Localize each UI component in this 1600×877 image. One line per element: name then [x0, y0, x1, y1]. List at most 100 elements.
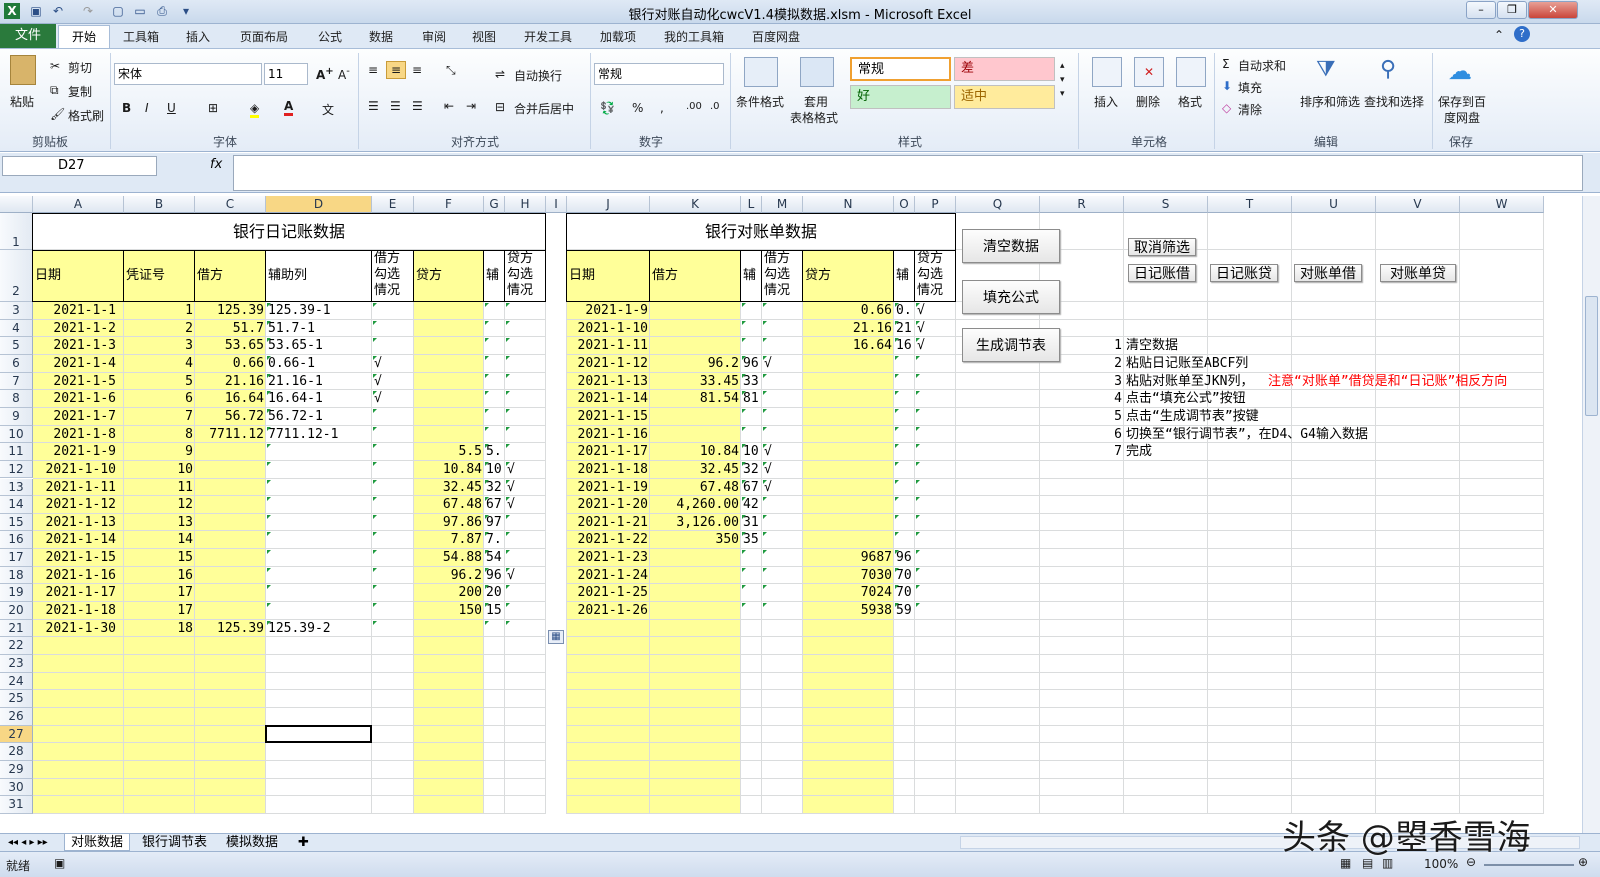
row-header-10[interactable]: 10: [0, 425, 33, 444]
statement-debit-check[interactable]: [764, 550, 801, 566]
journal-debit[interactable]: [197, 550, 264, 566]
save-to-netdisk-label2[interactable]: 度网盘: [1444, 109, 1480, 126]
statement-credit-check[interactable]: [917, 462, 954, 478]
statement-credit-check[interactable]: [917, 427, 954, 443]
sheet-tab-mock-data[interactable]: 模拟数据: [220, 834, 284, 851]
column-header-O[interactable]: O: [894, 196, 915, 213]
statement-credit[interactable]: [805, 515, 892, 531]
journal-debit[interactable]: [197, 480, 264, 496]
tab-insert[interactable]: 插入: [186, 28, 210, 45]
decrease-indent-icon[interactable]: ⇤: [444, 99, 454, 113]
statement-debit-check[interactable]: √: [764, 444, 801, 460]
journal-credit-check[interactable]: √: [507, 480, 544, 496]
statement-debit-check[interactable]: √: [764, 480, 801, 496]
journal-voucher[interactable]: 11: [126, 480, 193, 496]
journal-voucher[interactable]: 18: [126, 621, 193, 637]
journal-debit-check[interactable]: √: [374, 374, 412, 390]
journal-debit-check[interactable]: [374, 444, 412, 460]
autosum-icon[interactable]: Σ: [1222, 57, 1230, 71]
row-header-11[interactable]: 11: [0, 443, 33, 461]
statement-debit[interactable]: [652, 550, 739, 566]
statement-debit[interactable]: [652, 409, 739, 425]
statement-date[interactable]: 2021-1-11: [569, 338, 648, 354]
statement-debit-check[interactable]: [764, 568, 801, 584]
statement-date[interactable]: 2021-1-22: [569, 532, 648, 548]
statement-credit[interactable]: 9687: [805, 550, 892, 566]
statement-debit[interactable]: 33.45: [652, 374, 739, 390]
column-header-H[interactable]: H: [505, 196, 546, 213]
journal-voucher[interactable]: 6: [126, 391, 193, 407]
statement-credit-check[interactable]: [917, 374, 954, 390]
instruction-text[interactable]: 清空数据: [1126, 338, 1178, 354]
row-header-21[interactable]: 21: [0, 619, 33, 638]
statement-credit[interactable]: [805, 462, 892, 478]
journal-date[interactable]: 2021-1-30: [35, 621, 122, 637]
statement-credit[interactable]: 0.66: [805, 303, 892, 319]
statement-credit-button[interactable]: 对账单贷: [1380, 264, 1456, 282]
journal-voucher[interactable]: 13: [126, 515, 193, 531]
tab-file[interactable]: 文件: [0, 24, 56, 48]
journal-voucher[interactable]: 12: [126, 497, 193, 513]
format-as-table-button[interactable]: 套用: [804, 93, 828, 110]
journal-credit[interactable]: [416, 391, 482, 407]
statement-date[interactable]: 2021-1-20: [569, 497, 648, 513]
tab-data[interactable]: 数据: [369, 28, 393, 45]
row-header-3[interactable]: 3: [0, 302, 33, 320]
zoom-in-icon[interactable]: ⊕: [1578, 855, 1588, 869]
row-header-19[interactable]: 19: [0, 584, 33, 603]
column-header-E[interactable]: E: [372, 196, 414, 213]
tab-view[interactable]: 视图: [472, 28, 496, 45]
row-header-5[interactable]: 5: [0, 337, 33, 355]
journal-aux[interactable]: [268, 532, 370, 548]
zoom-slider[interactable]: [1484, 864, 1574, 866]
journal-debit-check[interactable]: [374, 568, 412, 584]
journal-debit[interactable]: [197, 515, 264, 531]
journal-voucher[interactable]: 2: [126, 321, 193, 337]
journal-date[interactable]: 2021-1-4: [35, 356, 122, 372]
column-header-K[interactable]: K: [650, 196, 741, 213]
zoom-level[interactable]: 100%: [1424, 857, 1458, 871]
journal-credit-check[interactable]: [507, 515, 544, 531]
vertical-scrollbar[interactable]: [1582, 196, 1600, 833]
statement-credit-check[interactable]: [917, 356, 954, 372]
journal-aux[interactable]: 16.64-1: [268, 391, 370, 407]
statement-credit-check[interactable]: [917, 444, 954, 460]
journal-debit-check[interactable]: [374, 303, 412, 319]
journal-voucher[interactable]: 16: [126, 568, 193, 584]
number-format-select[interactable]: 常规: [594, 63, 724, 85]
currency-icon[interactable]: 💱: [600, 101, 615, 115]
format-cells-button[interactable]: 格式: [1178, 93, 1202, 110]
tab-baidu-netdisk[interactable]: 百度网盘: [752, 28, 800, 45]
underline-icon[interactable]: U: [167, 101, 176, 115]
journal-date[interactable]: 2021-1-15: [35, 550, 122, 566]
format-painter-button[interactable]: 格式刷: [68, 107, 104, 124]
row-header-16[interactable]: 16: [0, 531, 33, 550]
borders-icon[interactable]: ⊞: [208, 101, 218, 115]
column-title[interactable]: 日期: [35, 251, 122, 301]
row-header-31[interactable]: 31: [0, 796, 33, 814]
journal-debit[interactable]: [197, 444, 264, 460]
statement-debit-check[interactable]: [764, 303, 801, 319]
decrease-decimal-icon[interactable]: .0: [710, 101, 720, 112]
column-header-T[interactable]: T: [1208, 196, 1292, 213]
journal-credit[interactable]: [416, 374, 482, 390]
journal-credit[interactable]: 97.86: [416, 515, 482, 531]
row-header-27[interactable]: 27: [0, 725, 33, 744]
statement-debit-check[interactable]: [764, 532, 801, 548]
journal-credit[interactable]: 67.48: [416, 497, 482, 513]
journal-date[interactable]: 2021-1-1: [35, 303, 122, 319]
instruction-number[interactable]: 3: [1042, 374, 1122, 390]
styles-scroll-icon[interactable]: ▴ ▾ ▾: [1060, 59, 1065, 101]
column-title[interactable]: 贷方勾选情况: [507, 251, 544, 301]
style-normal[interactable]: 常规: [850, 57, 951, 81]
merge-icon[interactable]: ⊟: [495, 100, 505, 114]
column-title[interactable]: 借方勾选情况: [764, 251, 801, 301]
tab-addins[interactable]: 加载项: [600, 28, 636, 45]
help-icon[interactable]: ?: [1514, 26, 1530, 42]
journal-debit[interactable]: [197, 532, 264, 548]
row-header-8[interactable]: 8: [0, 390, 33, 408]
journal-debit-button[interactable]: 日记账借: [1128, 264, 1196, 282]
journal-credit-button[interactable]: 日记账贷: [1210, 264, 1278, 282]
journal-voucher[interactable]: 17: [126, 603, 193, 619]
instruction-text[interactable]: 点击“生成调节表”按键: [1126, 409, 1259, 425]
